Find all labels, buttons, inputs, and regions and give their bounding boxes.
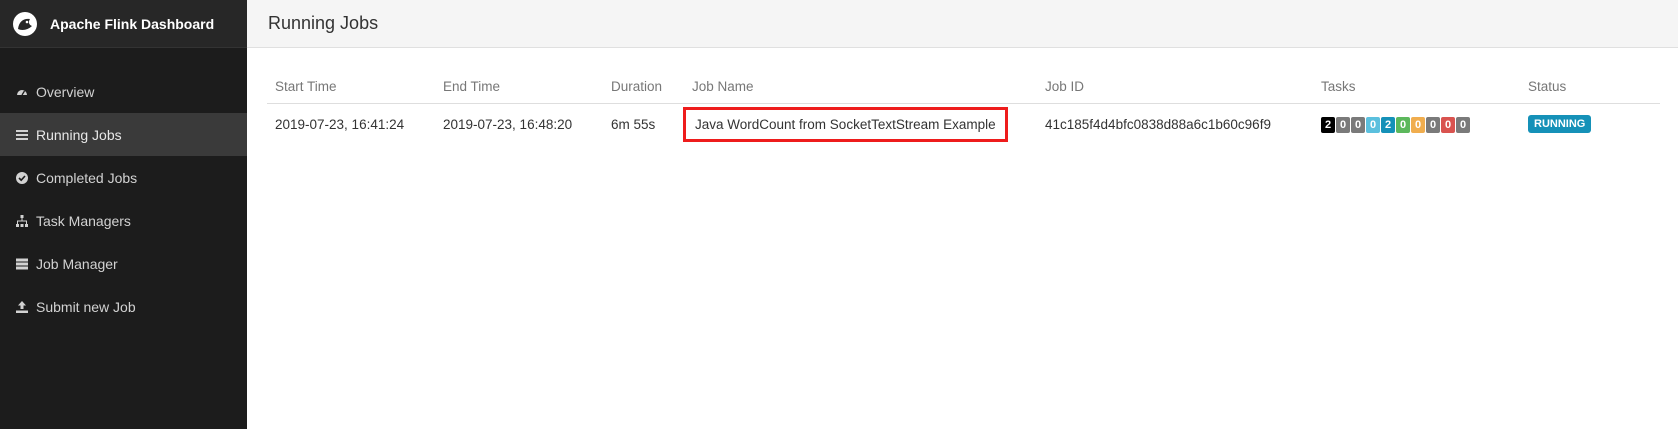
duration-cell: 6m 55s — [611, 116, 656, 132]
job-name-highlight[interactable]: Java WordCount from SocketTextStream Exa… — [683, 106, 1008, 142]
sidebar-item-task-managers[interactable]: Task Managers — [0, 199, 247, 242]
sitemap-icon — [16, 214, 28, 227]
sidebar-item-submit-new-job[interactable]: Submit new Job — [0, 285, 247, 328]
column-header-status[interactable]: Status — [1520, 70, 1660, 104]
tasks-cell: 2 0 0 0 2 0 0 0 0 0 — [1313, 104, 1520, 145]
column-header-tasks[interactable]: Tasks — [1313, 70, 1520, 104]
end-time-cell: 2019-07-23, 16:48:20 — [443, 116, 573, 132]
brand-header[interactable]: Apache Flink Dashboard — [0, 0, 247, 48]
sidebar-item-completed-jobs[interactable]: Completed Jobs — [0, 156, 247, 199]
dashboard-icon — [16, 86, 28, 98]
table-header-row: Start Time End Time Duration Job Name Jo… — [267, 70, 1660, 104]
column-header-start-time[interactable]: Start Time — [267, 70, 435, 104]
top-bar: Running Jobs — [247, 0, 1678, 48]
task-count-badge: 2 — [1321, 116, 1335, 133]
main-content: Start Time End Time Duration Job Name Jo… — [267, 70, 1660, 144]
task-count-badge: 0 — [1456, 116, 1470, 133]
task-counts: 2 0 0 0 2 0 0 0 0 0 — [1321, 116, 1470, 133]
flink-squirrel-logo — [13, 11, 37, 36]
task-count-badge: 0 — [1366, 116, 1380, 133]
task-count-badge: 0 — [1336, 116, 1350, 133]
sidebar-item-label: Running Jobs — [36, 126, 122, 143]
column-header-duration[interactable]: Duration — [603, 70, 684, 104]
sidebar-item-label: Overview — [36, 83, 95, 100]
sidebar-item-label: Job Manager — [36, 255, 118, 272]
table-row[interactable]: 2019-07-23, 16:41:24 2019-07-23, 16:48:2… — [267, 104, 1660, 145]
task-count-badge: 0 — [1411, 116, 1425, 133]
server-icon — [16, 258, 28, 270]
column-header-job-name[interactable]: Job Name — [684, 70, 1037, 104]
sidebar: Apache Flink Dashboard Overview Running … — [0, 0, 247, 429]
sidebar-item-label: Submit new Job — [36, 298, 136, 315]
status-cell: RUNNING — [1520, 104, 1660, 145]
sidebar-item-running-jobs[interactable]: Running Jobs — [0, 113, 247, 156]
running-jobs-table: Start Time End Time Duration Job Name Jo… — [267, 70, 1660, 144]
page-title: Running Jobs — [268, 13, 379, 33]
job-name-cell[interactable]: Java WordCount from SocketTextStream Exa… — [683, 104, 1037, 145]
task-count-badge: 0 — [1351, 116, 1365, 133]
sidebar-item-job-manager[interactable]: Job Manager — [0, 242, 247, 285]
sidebar-nav: Overview Running Jobs Completed Jobs Tas… — [0, 70, 247, 328]
task-count-badge: 2 — [1381, 116, 1395, 133]
sidebar-item-overview[interactable]: Overview — [0, 70, 247, 113]
column-header-end-time[interactable]: End Time — [435, 70, 603, 104]
status-badge: RUNNING — [1528, 115, 1592, 133]
check-circle-icon — [16, 171, 28, 184]
task-count-badge: 0 — [1441, 116, 1455, 133]
task-count-badge: 0 — [1426, 116, 1440, 133]
task-count-badge: 0 — [1396, 116, 1410, 133]
start-time-cell: 2019-07-23, 16:41:24 — [275, 116, 405, 132]
app-title: Apache Flink Dashboard — [50, 15, 215, 32]
sidebar-item-label: Completed Jobs — [36, 169, 138, 186]
upload-icon — [16, 300, 28, 313]
list-icon — [16, 129, 28, 141]
column-header-job-id[interactable]: Job ID — [1037, 70, 1313, 104]
sidebar-item-label: Task Managers — [36, 212, 131, 229]
job-id-cell: 41c185f4d4bfc0838d88a6c1b60c96f9 — [1045, 116, 1271, 132]
